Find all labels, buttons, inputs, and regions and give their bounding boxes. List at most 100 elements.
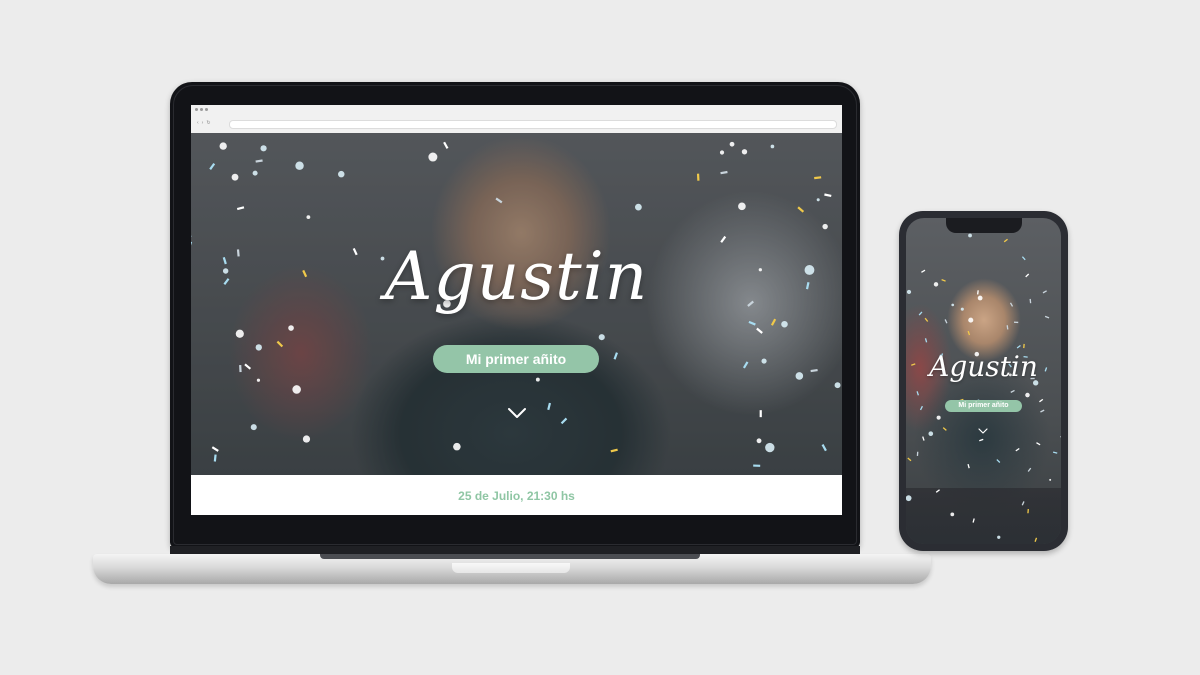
confetti-strip (919, 405, 924, 411)
confetti-dot (306, 215, 311, 220)
confetti-dot (256, 378, 261, 382)
confetti-strip (1040, 409, 1045, 413)
confetti-dot (235, 329, 244, 338)
confetti-dot (765, 442, 775, 453)
confetti-dot (977, 295, 983, 301)
confetti-strip (748, 320, 756, 326)
confetti-strip (1023, 343, 1025, 349)
confetti-dot (951, 303, 955, 307)
confetti-strip (1010, 389, 1015, 393)
confetti-strip (996, 459, 1001, 463)
confetti-strip (942, 427, 947, 431)
confetti-strip (1029, 298, 1032, 304)
hero-section: Agustin Mi primer añito (191, 133, 842, 475)
celebration-badge: Mi primer añito (433, 345, 599, 373)
confetti-strip (753, 464, 761, 467)
confetti-dot (292, 385, 301, 394)
confetti-strip (495, 197, 503, 204)
confetti-dot (260, 145, 267, 152)
confetti-strip (967, 330, 971, 336)
confetti-strip (977, 290, 979, 295)
close-dot[interactable] (195, 108, 198, 111)
confetti-dot (928, 431, 934, 436)
confetti-dot (1025, 392, 1030, 398)
confetti-dot (535, 377, 540, 382)
window-controls[interactable] (195, 108, 208, 111)
confetti-dot (936, 415, 941, 420)
celebration-badge: Mi primer añito (945, 400, 1022, 412)
confetti-strip (1015, 447, 1020, 452)
confetti-dot (635, 203, 642, 211)
confetti-strip (720, 170, 728, 175)
confetti-strip (924, 317, 929, 322)
confetti-strip (1039, 398, 1044, 403)
back-icon[interactable]: ‹ (197, 120, 199, 126)
confetti-strip (797, 206, 805, 213)
confetti-strip (443, 141, 449, 149)
confetti-strip (1036, 442, 1041, 446)
confetti-strip (979, 438, 984, 442)
confetti-strip (1016, 344, 1021, 349)
confetti-strip (1042, 290, 1047, 294)
browser-nav: ‹ › ↻ (197, 120, 211, 126)
confetti-strip (239, 365, 242, 373)
hero-name: Agustin (929, 350, 1038, 383)
confetti-dot (816, 198, 820, 202)
confetti-dot (231, 173, 239, 181)
confetti-dot (428, 152, 438, 162)
confetti-strip (255, 159, 263, 163)
confetti-dot (822, 223, 828, 230)
confetti-strip (1044, 315, 1050, 319)
confetti-strip (941, 279, 946, 282)
confetti-dot (252, 170, 258, 176)
confetti-strip (1006, 325, 1009, 330)
confetti-dot (761, 358, 767, 364)
confetti-dot (968, 317, 974, 323)
confetti-strip (756, 327, 763, 334)
confetti-strip (276, 340, 284, 348)
confetti-strip (560, 417, 568, 425)
confetti-dot (738, 202, 746, 211)
confetti-dot (933, 282, 939, 287)
confetti-dot (598, 334, 605, 341)
confetti-strip (810, 369, 818, 373)
confetti-strip (824, 193, 832, 198)
confetti-dot (302, 435, 311, 443)
phone-notch (946, 218, 1022, 233)
event-date: 25 de Julio, 21:30 hs (458, 489, 575, 503)
confetti-strip (244, 363, 252, 370)
keyboard-edge (320, 554, 700, 559)
trackpad-notch (452, 563, 570, 573)
forward-icon[interactable]: › (202, 120, 204, 126)
confetti-strip (922, 436, 925, 441)
confetti-strip (921, 269, 926, 273)
confetti-strip (547, 402, 552, 411)
confetti-strip (610, 448, 618, 453)
chevron-down-icon[interactable] (507, 405, 527, 421)
confetti-strip (1052, 451, 1058, 454)
confetti-strip (916, 391, 920, 396)
confetti-dot (453, 442, 461, 451)
confetti-dot (729, 141, 735, 147)
confetti-strip (821, 444, 827, 452)
confetti-dot (770, 144, 775, 149)
confetti-strip (967, 463, 970, 469)
confetti-dot (960, 307, 964, 311)
confetti-strip (1009, 302, 1014, 307)
confetti-dot (288, 325, 294, 331)
confetti-dot (741, 149, 748, 155)
confetti-strip (814, 176, 822, 180)
maximize-dot[interactable] (205, 108, 208, 111)
confetti-strip (924, 338, 928, 343)
confetti-dot (795, 372, 804, 380)
confetti-dot (295, 161, 304, 170)
hero-name: Agustin (384, 238, 649, 315)
reload-icon[interactable]: ↻ (206, 120, 210, 126)
confetti-dot (906, 289, 912, 295)
confetti-dot (219, 142, 227, 150)
minimize-dot[interactable] (200, 108, 203, 111)
chevron-down-icon[interactable] (978, 428, 988, 435)
address-bar[interactable] (229, 120, 837, 129)
confetti-dot (756, 438, 762, 444)
confetti-strip (1025, 273, 1030, 278)
